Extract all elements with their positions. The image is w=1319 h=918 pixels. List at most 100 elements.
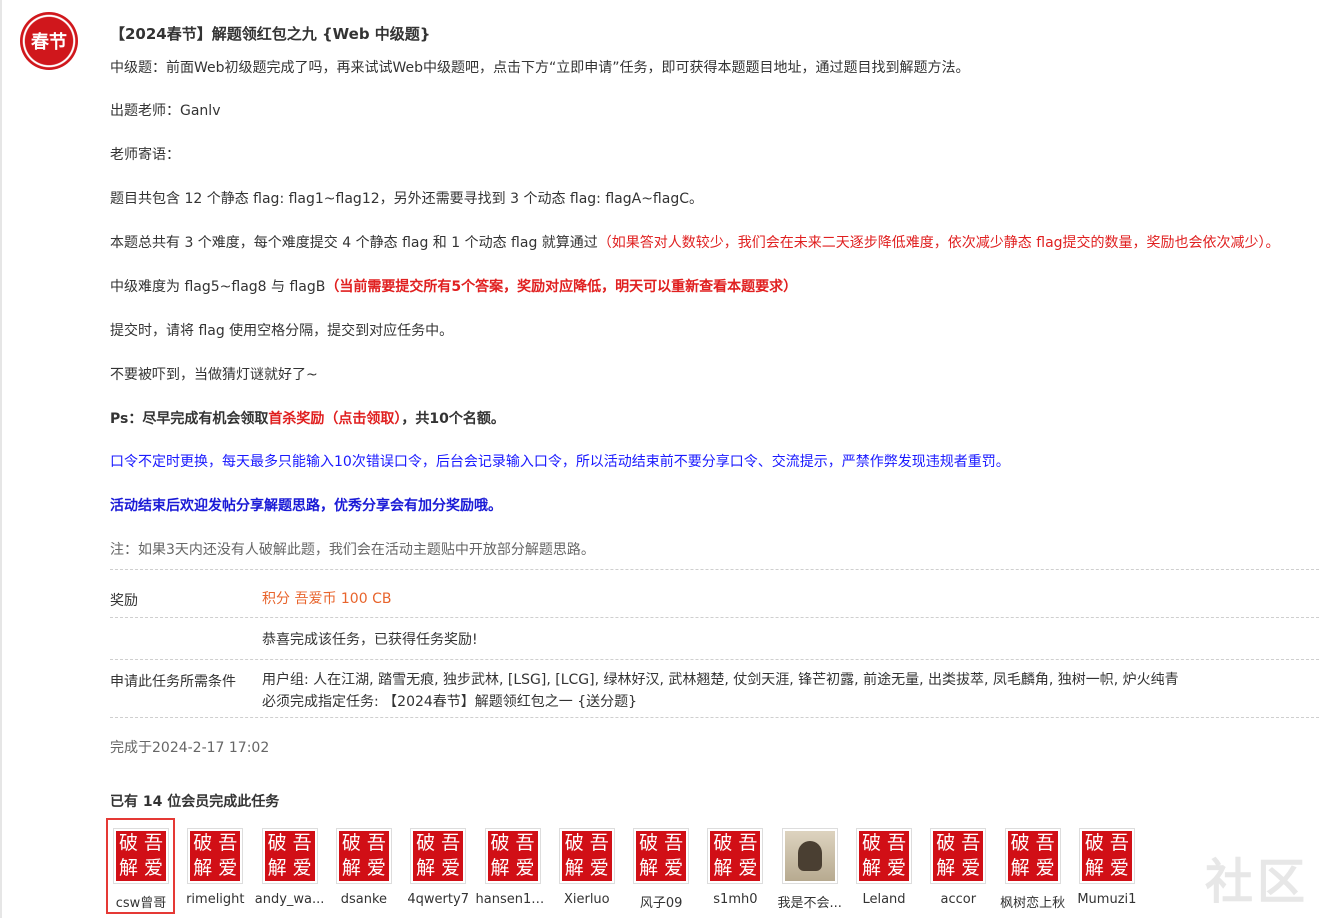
- member-item[interactable]: 破吾解爱 accor: [921, 822, 995, 907]
- hint-note: 注：如果3天内还没有人破解此题，我们会在活动主题贴中开放部分解题思路。: [110, 542, 595, 558]
- member-name[interactable]: 风子09: [624, 892, 698, 911]
- member-item[interactable]: 破吾解爱 Leland: [847, 822, 921, 907]
- member-name[interactable]: andy_wa...: [253, 892, 327, 907]
- seal-char: 解: [861, 857, 881, 879]
- avatar-seal: 破吾解爱: [1081, 831, 1132, 881]
- member-name[interactable]: Xierluo: [550, 892, 624, 907]
- seal-char: 解: [341, 857, 361, 879]
- seal-char: 解: [936, 857, 956, 879]
- member-item[interactable]: 破吾解爱 s1mh0: [698, 822, 772, 907]
- seal-char: 吾: [664, 832, 684, 854]
- seal-char: 破: [564, 832, 584, 854]
- member-item[interactable]: 我是不会...: [773, 822, 847, 911]
- member-avatar[interactable]: 破吾解爱: [261, 828, 318, 884]
- seal-char: 破: [1084, 832, 1104, 854]
- member-name[interactable]: hansen12...: [476, 892, 550, 907]
- task-teacher: 出题老师：Ganlv: [110, 103, 221, 119]
- member-item[interactable]: 破吾解爱 Xierluo: [550, 822, 624, 907]
- member-name[interactable]: 枫树恋上秋: [996, 892, 1070, 911]
- left-border: [0, 0, 2, 918]
- task-medium-line: 中级难度为 flag5~flag8 与 flagB（当前需要提交所有5个答案，奖…: [110, 277, 797, 297]
- member-avatar[interactable]: 破吾解爱: [410, 828, 467, 884]
- task-intro: 中级题：前面Web初级题完成了吗，再来试试Web中级题吧，点击下方“立即申请”任…: [110, 60, 970, 76]
- seal-char: 解: [490, 857, 510, 879]
- member-item[interactable]: 破吾解爱风子09: [624, 822, 698, 911]
- divider: [110, 717, 1319, 718]
- seal-char: 吾: [441, 832, 461, 854]
- avatar-seal: 破吾解爱: [859, 831, 909, 881]
- seal-char: 吾: [886, 832, 906, 854]
- seal-char: 破: [490, 832, 510, 854]
- avatar-seal: 破吾解爱: [1007, 831, 1058, 881]
- reward-label: 奖励: [110, 593, 138, 609]
- avatar-photo: [784, 831, 835, 881]
- seal-char: 爱: [1035, 857, 1055, 879]
- avatar-seal: 破吾解爱: [338, 831, 389, 881]
- seal-char: 爱: [664, 857, 684, 879]
- seal-char: 爱: [292, 857, 312, 879]
- member-name[interactable]: Leland: [847, 892, 921, 907]
- member-item[interactable]: 破吾解爱 rimelight: [178, 822, 252, 907]
- task-flags-info: 题目共包含 12 个静态 flag: flag1~flag12，另外还需要寻找到…: [110, 191, 703, 207]
- member-avatar[interactable]: 破吾解爱: [930, 828, 987, 884]
- member-avatar[interactable]: 破吾解爱: [707, 828, 764, 884]
- member-item[interactable]: 破吾解爱 4qwerty7: [401, 822, 475, 907]
- member-name[interactable]: dsanke: [327, 892, 401, 907]
- seal-char: 爱: [1109, 857, 1129, 879]
- task-difficulty-line: 本题总共有 3 个难度，每个难度提交 4 个静态 flag 和 1 个动态 fl…: [110, 233, 1280, 253]
- ps-prefix: Ps：尽早完成有机会领取: [110, 411, 269, 427]
- task-encourage: 不要被吓到，当做猜灯谜就好了~: [110, 367, 318, 383]
- difficulty-note: （如果答对人数较少，我们会在未来二天逐步降低难度，依次减少静态 flag提交的数…: [597, 235, 1280, 251]
- seal-char: 解: [416, 857, 436, 879]
- member-avatar[interactable]: 破吾解爱: [1004, 828, 1061, 884]
- avatar-seal: 破吾解爱: [413, 831, 464, 881]
- member-avatar[interactable]: 破吾解爱: [484, 828, 541, 884]
- medium-info: 中级难度为 flag5~flag8 与 flagB: [110, 279, 326, 295]
- seal-char: 解: [639, 857, 659, 879]
- seal-char: 爱: [218, 857, 238, 879]
- seal-char: 爱: [738, 857, 758, 879]
- member-avatar[interactable]: 破吾解爱: [633, 828, 690, 884]
- password-note: 口令不定时更换，每天最多只能输入10次错误口令，后台会记录输入口令，所以活动结束…: [110, 454, 1010, 470]
- member-item[interactable]: 破吾解爱 dsanke: [327, 822, 401, 907]
- member-item[interactable]: 破吾解爱 andy_wa...: [253, 822, 327, 907]
- seal-char: 吾: [366, 832, 386, 854]
- member-name[interactable]: 我是不会...: [773, 892, 847, 911]
- member-avatar[interactable]: 破吾解爱: [558, 828, 615, 884]
- member-item[interactable]: 破吾解爱枫树恋上秋: [996, 822, 1070, 911]
- watermark: 社区: [1204, 854, 1309, 910]
- seal-char: 爱: [515, 857, 535, 879]
- member-avatar[interactable]: 破吾解爱: [856, 828, 912, 884]
- member-avatar[interactable]: 破吾解爱: [335, 828, 392, 884]
- member-name[interactable]: s1mh0: [698, 892, 772, 907]
- member-list: 破吾解爱 csw曾哥破吾解爱 rimelight 破吾解爱 andy_wa... 破吾解爱…: [110, 822, 1319, 912]
- member-name[interactable]: Mumuzi1: [1070, 892, 1144, 907]
- share-note: 活动结束后欢迎发帖分享解题思路，优秀分享会有加分奖励哦。: [110, 498, 502, 514]
- member-name[interactable]: accor: [921, 892, 995, 907]
- task-detail: 【2024春节】解题领红包之九 {Web 中级题} 中级题：前面Web初级题完成…: [110, 24, 1319, 911]
- seal-char: 吾: [738, 832, 758, 854]
- avatar-figure: [797, 841, 822, 871]
- seal-char: 爱: [441, 857, 461, 879]
- avatar-seal: 破吾解爱: [190, 831, 241, 881]
- seal-char: 破: [861, 832, 881, 854]
- member-name[interactable]: 4qwerty7: [401, 892, 475, 907]
- seal-char: 解: [1010, 857, 1030, 879]
- member-item[interactable]: 破吾解爱 hansen12...: [476, 822, 550, 907]
- reward-value: 积分 吾爱币 100 CB: [262, 591, 392, 607]
- avatar-seal: 破吾解爱: [561, 831, 612, 881]
- seal-char: 解: [713, 857, 733, 879]
- divider: [110, 617, 1319, 618]
- first-blood-reward-link[interactable]: 首杀奖励（点击领取）: [268, 411, 401, 427]
- reward-congrats: 恭喜完成该任务，已获得任务奖励!: [262, 632, 478, 648]
- task-icon: 春节: [20, 12, 78, 70]
- member-avatar[interactable]: [781, 828, 838, 884]
- task-teacher-note: 老师寄语：: [110, 147, 180, 163]
- member-item[interactable]: 破吾解爱 Mumuzi1: [1070, 822, 1144, 907]
- task-submit-info: 提交时，请将 flag 使用空格分隔，提交到对应任务中。: [110, 323, 454, 339]
- member-avatar[interactable]: 破吾解爱: [187, 828, 244, 884]
- seal-char: 解: [267, 857, 287, 879]
- member-avatar[interactable]: 破吾解爱: [1078, 828, 1135, 884]
- seal-char: 破: [193, 832, 213, 854]
- member-name[interactable]: rimelight: [178, 892, 252, 907]
